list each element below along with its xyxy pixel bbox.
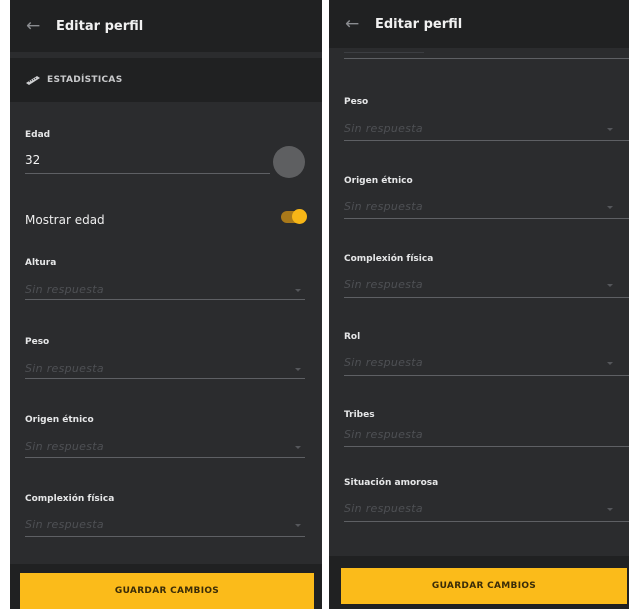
chevron-down-icon[interactable] — [295, 368, 301, 371]
body-type-select[interactable]: Sin respuesta — [344, 278, 423, 291]
role-underline — [344, 375, 629, 376]
chevron-down-icon[interactable] — [607, 508, 613, 511]
ethnicity-select[interactable]: Sin respuesta — [344, 200, 423, 213]
weight-label: Peso — [25, 337, 50, 347]
body-type-select[interactable]: Sin respuesta — [25, 518, 104, 531]
role-select[interactable]: Sin respuesta — [344, 356, 423, 369]
ethnicity-underline — [25, 457, 305, 458]
body-type-label: Complexión física — [25, 494, 115, 504]
weight-underline — [25, 378, 305, 379]
edit-profile-screen-left: ← Editar perfil ESTADÍSTICAS Edad 32 Mos… — [10, 0, 322, 609]
show-age-toggle-knob[interactable] — [292, 209, 307, 224]
chevron-down-icon[interactable] — [607, 128, 613, 131]
weight-label: Peso — [344, 97, 369, 107]
role-label: Rol — [344, 332, 361, 342]
chevron-down-icon[interactable] — [607, 284, 613, 287]
age-input[interactable]: 32 — [25, 153, 40, 167]
relationship-status-underline — [344, 521, 629, 522]
relationship-status-label: Situación amorosa — [344, 478, 439, 488]
tribes-label: Tribes — [344, 410, 375, 420]
height-underline — [25, 299, 305, 300]
chevron-down-icon[interactable] — [295, 446, 301, 449]
arrow-left-icon[interactable]: ← — [345, 15, 371, 33]
chevron-down-icon[interactable] — [607, 362, 613, 365]
height-label: Altura — [25, 258, 57, 268]
weight-underline — [344, 140, 629, 141]
weight-select[interactable]: Sin respuesta — [344, 122, 423, 135]
weight-select[interactable]: Sin respuesta — [25, 362, 104, 375]
ethnicity-label: Origen étnico — [25, 415, 94, 425]
previous-field-underline — [344, 58, 629, 59]
ruler-icon — [26, 76, 40, 85]
section-title: ESTADÍSTICAS — [47, 75, 123, 85]
arrow-left-icon[interactable]: ← — [26, 17, 52, 35]
body-type-underline — [25, 536, 305, 537]
chevron-down-icon[interactable] — [295, 289, 301, 292]
tribes-underline — [344, 446, 629, 447]
scrolled-underline — [344, 52, 424, 53]
page-title: Editar perfil — [56, 18, 144, 34]
body-type-underline — [344, 297, 629, 298]
age-slider-thumb[interactable] — [273, 146, 305, 178]
tribes-select[interactable]: Sin respuesta — [344, 428, 423, 441]
chevron-down-icon[interactable] — [607, 206, 613, 209]
page-title: Editar perfil — [375, 16, 463, 32]
save-changes-button[interactable]: GUARDAR CAMBIOS — [20, 573, 314, 609]
chevron-down-icon[interactable] — [295, 524, 301, 527]
section-header-statistics: ESTADÍSTICAS — [10, 58, 322, 102]
save-changes-button[interactable]: GUARDAR CAMBIOS — [341, 568, 627, 604]
ethnicity-underline — [344, 218, 629, 219]
app-bar: ← Editar perfil — [10, 0, 322, 52]
relationship-status-select[interactable]: Sin respuesta — [344, 502, 423, 515]
ethnicity-select[interactable]: Sin respuesta — [25, 440, 104, 453]
edit-profile-screen-right: ← Editar perfil Peso Sin respuesta Orige… — [329, 0, 629, 609]
body-type-label: Complexión física — [344, 254, 434, 264]
age-underline — [25, 173, 270, 174]
ethnicity-label: Origen étnico — [344, 176, 413, 186]
age-label: Edad — [25, 130, 51, 140]
height-select[interactable]: Sin respuesta — [25, 283, 104, 296]
show-age-label: Mostrar edad — [25, 213, 105, 227]
app-bar: ← Editar perfil — [329, 0, 629, 48]
